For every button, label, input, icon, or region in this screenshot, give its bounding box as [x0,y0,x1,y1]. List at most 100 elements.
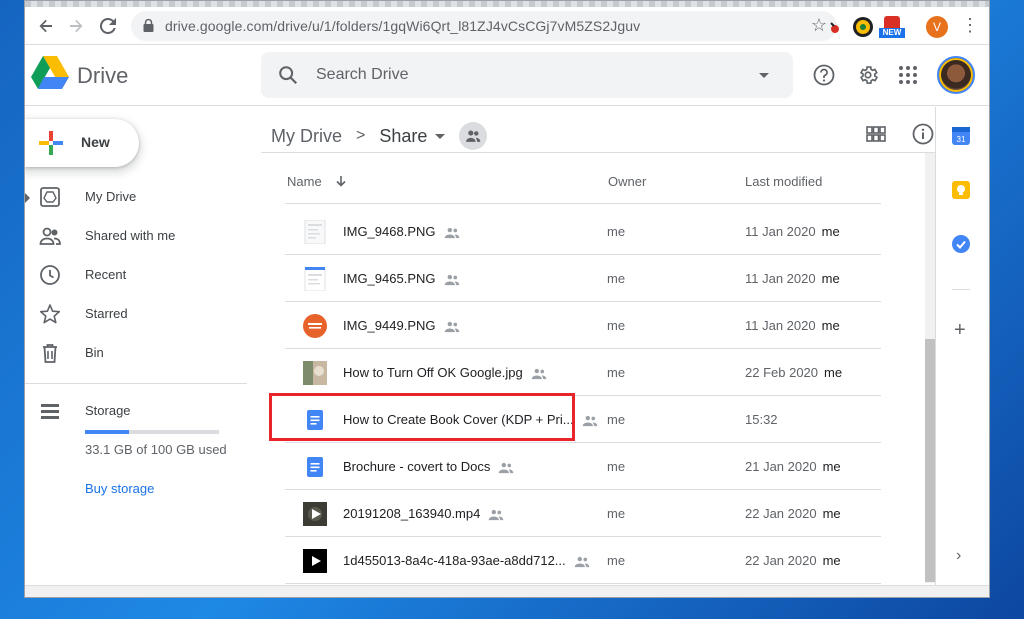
tasks-icon[interactable] [952,235,970,253]
search-box[interactable]: Search Drive [261,52,793,98]
help-icon[interactable] [811,62,837,88]
file-row[interactable]: IMG_9468.PNG me 11 Jan 2020 me [285,208,881,255]
add-addon-plus-icon[interactable]: + [954,319,966,342]
sidebar-item-label: Shared with me [85,228,176,243]
forward-arrow-icon[interactable] [63,13,89,39]
apps-grid-icon[interactable] [895,62,921,88]
file-owner: me [607,365,626,380]
image-thumb-icon [304,267,326,291]
shared-people-icon [574,556,589,567]
keep-icon[interactable] [952,181,970,199]
file-modified: 21 Jan 2020 me [745,459,841,474]
file-row[interactable]: IMG_9465.PNG me 11 Jan 2020 me [285,255,881,302]
sidebar: New My Drive Shared with me Recent Starr… [25,107,261,597]
file-modified: 15:32 [745,412,778,427]
sidebar-divider [25,383,247,384]
file-row[interactable]: How to Turn Off OK Google.jpg me 22 Feb … [285,349,881,396]
sidebar-item-storage[interactable]: Storage [25,393,261,429]
file-row[interactable]: 1d455013-8a4c-418a-93ae-a8dd712... me 22… [285,537,881,584]
my-drive-icon [40,187,60,207]
calendar-icon[interactable]: 31 [952,127,970,145]
sidebar-item-label: My Drive [85,189,137,204]
trash-icon [43,344,57,363]
extension-pin-icon[interactable] [825,17,845,37]
shared-people-icon [444,274,459,285]
grid-view-icon[interactable] [863,121,889,147]
sidebar-item-bin[interactable]: Bin [25,335,261,371]
column-header-divider [285,203,881,204]
shared-people-icon [499,462,514,473]
file-name: How to Turn Off OK Google.jpg [343,365,523,380]
scrollbar-thumb[interactable] [925,339,935,582]
file-modified: 22 Feb 2020 me [745,365,843,380]
shared-folder-icon[interactable] [459,122,488,150]
file-owner: me [607,412,626,427]
file-owner: me [607,553,626,568]
info-icon[interactable] [910,121,936,147]
itech-thumb-icon [303,314,327,338]
address-bar[interactable]: drive.google.com/drive/u/1/folders/1gqWi… [131,11,837,41]
horizontal-scrollbar[interactable] [25,585,989,597]
reload-icon[interactable] [95,13,121,39]
file-owner: me [607,506,626,521]
extension-grammar-icon[interactable] [853,17,873,37]
shared-people-icon [444,227,459,238]
search-icon[interactable] [277,64,299,86]
sidebar-item-label: Starred [85,306,128,321]
file-name: 20191208_163940.mp4 [343,506,481,521]
svg-text:31: 31 [957,135,966,144]
sidebar-item-shared-with-me[interactable]: Shared with me [25,218,261,254]
drive-header: Drive Search Drive [25,46,989,106]
new-button[interactable]: New [25,119,139,167]
browser-toolbar: drive.google.com/drive/u/1/folders/1gqWi… [25,7,989,45]
storage-progress-bar [85,430,219,434]
video-thumb-icon [303,502,327,526]
file-row[interactable]: 20191208_163940.mp4 me 22 Jan 2020 me [285,490,881,537]
file-owner: me [607,224,626,239]
storage-icon [41,404,59,419]
star-icon [39,304,61,324]
shared-icon [39,227,61,245]
drive-logo-icon[interactable] [31,56,69,90]
shared-people-icon [531,368,546,379]
search-options-chevron-down-icon[interactable] [759,73,769,78]
google-docs-icon [307,457,323,477]
folder-menu-chevron-down-icon[interactable] [435,133,446,139]
search-input[interactable]: Search Drive [316,66,408,84]
sidebar-item-my-drive[interactable]: My Drive [25,179,261,215]
file-row[interactable]: Brochure - covert to Docs me 21 Jan 2020… [285,443,881,490]
side-panel-divider [952,289,970,290]
settings-gear-icon[interactable] [855,62,881,88]
chevron-right-icon: > [356,127,366,144]
sort-arrow-down-icon[interactable] [335,175,347,187]
main-content: My Drive > Share Name Owner Last modifie… [261,107,936,597]
breadcrumb-current-folder[interactable]: Share [379,126,427,147]
back-arrow-icon[interactable] [33,13,59,39]
account-avatar[interactable] [937,56,975,94]
browser-window: drive.google.com/drive/u/1/folders/1gqWi… [24,0,990,598]
file-name: IMG_9465.PNG [343,271,436,286]
shared-people-icon [489,509,504,520]
clock-icon [40,265,60,285]
column-header-owner[interactable]: Owner [608,174,646,189]
new-button-label: New [81,134,110,150]
buy-storage-link[interactable]: Buy storage [85,481,154,496]
file-modified: 11 Jan 2020 me [745,224,840,239]
file-modified: 22 Jan 2020 me [745,506,841,521]
column-header-last-modified[interactable]: Last modified [745,174,822,189]
column-header-name[interactable]: Name [287,174,347,189]
browser-menu-icon[interactable]: ⋮ [961,15,979,36]
file-name: IMG_9468.PNG [343,224,436,239]
sidebar-item-recent[interactable]: Recent [25,257,261,293]
extension-new-icon[interactable]: NEW [879,16,905,38]
breadcrumb-my-drive[interactable]: My Drive [271,126,342,147]
side-panel-chevron-right-icon[interactable]: › [956,547,961,565]
file-owner: me [607,459,626,474]
image-thumb-icon [304,220,326,244]
file-row[interactable]: IMG_9449.PNG me 11 Jan 2020 me [285,302,881,349]
file-modified: 22 Jan 2020 me [745,553,841,568]
app-name[interactable]: Drive [77,63,128,89]
sidebar-item-label: Bin [85,345,104,360]
sidebar-item-starred[interactable]: Starred [25,296,261,332]
browser-profile-avatar[interactable]: V [926,16,948,38]
